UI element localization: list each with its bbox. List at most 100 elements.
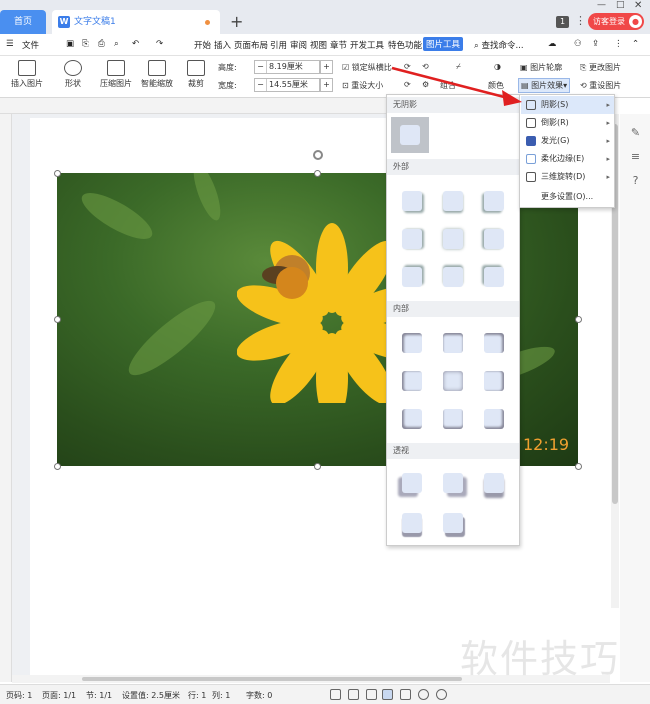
menu-view[interactable]: 视图 xyxy=(310,39,327,51)
tab-document[interactable]: W 文字文稿1 xyxy=(52,10,220,34)
web-view-icon[interactable] xyxy=(400,689,411,700)
status-section[interactable]: 节: 1/1 xyxy=(86,690,112,701)
status-col[interactable]: 列: 1 xyxy=(212,690,230,701)
globe-icon[interactable] xyxy=(418,689,429,700)
close-icon[interactable]: ✕ xyxy=(634,0,642,11)
outer-shadow-9[interactable] xyxy=(484,267,504,287)
height-input[interactable]: −8.19厘米 + xyxy=(254,60,333,74)
vertical-ruler[interactable] xyxy=(0,114,12,682)
smart-zoom-button[interactable]: 智能缩放 xyxy=(138,60,176,89)
width-input[interactable]: −14.55厘米 + xyxy=(254,78,333,92)
width-decrease[interactable]: − xyxy=(255,79,267,91)
export-pdf-icon[interactable]: ⎘ xyxy=(82,39,89,49)
status-page[interactable]: 页码: 1 xyxy=(6,690,32,701)
pen-view-icon[interactable] xyxy=(366,689,377,700)
menu-file[interactable]: 文件 xyxy=(22,39,39,51)
resize-handle[interactable] xyxy=(54,316,61,323)
inner-shadow-7[interactable] xyxy=(402,409,422,429)
scroll-thumb[interactable] xyxy=(82,677,462,681)
outer-shadow-1[interactable] xyxy=(402,191,422,211)
page-view-icon[interactable] xyxy=(382,689,393,700)
insert-picture-button[interactable]: 插入图片 xyxy=(6,60,48,89)
no-shadow-option[interactable] xyxy=(391,117,429,153)
perspective-shadow-3[interactable] xyxy=(484,473,504,493)
menu-reflection[interactable]: 倒影(R) ▸ xyxy=(521,114,614,132)
inner-shadow-5[interactable] xyxy=(443,371,463,391)
cloud-icon[interactable]: ☁ xyxy=(548,39,557,49)
outer-shadow-3[interactable] xyxy=(484,191,504,211)
reset-picture-button[interactable]: ⟲ 重设图片 xyxy=(580,80,621,91)
status-pages[interactable]: 页面: 1/1 xyxy=(42,690,76,701)
search-command[interactable]: ⌕ 查找命令... xyxy=(474,39,524,51)
maximize-icon[interactable]: □ xyxy=(616,0,625,10)
resize-handle[interactable] xyxy=(54,170,61,177)
more-icon[interactable]: ⋮ xyxy=(575,14,586,27)
tab-home[interactable]: 首页 xyxy=(0,10,46,34)
inner-shadow-6[interactable] xyxy=(484,371,504,391)
compress-picture-button[interactable]: 压缩图片 xyxy=(98,60,134,89)
crop-button[interactable]: 裁剪 xyxy=(184,60,208,89)
inner-shadow-3[interactable] xyxy=(484,333,504,353)
perspective-shadow-2[interactable] xyxy=(443,473,463,493)
outer-shadow-2[interactable] xyxy=(443,191,463,211)
guest-login-button[interactable]: 访客登录 ● xyxy=(588,13,644,30)
resize-handle[interactable] xyxy=(575,316,582,323)
reset-size-button[interactable]: ⊡ 重设大小 xyxy=(342,80,383,91)
height-increase[interactable]: + xyxy=(320,60,333,74)
inner-shadow-2[interactable] xyxy=(443,333,463,353)
menu-soft-edge[interactable]: 柔化边缘(E) ▸ xyxy=(521,150,614,168)
window-count-badge[interactable]: 1 xyxy=(556,16,569,28)
new-tab-button[interactable]: + xyxy=(230,12,243,31)
menu-review[interactable]: 审阅 xyxy=(290,39,307,51)
inner-shadow-9[interactable] xyxy=(484,409,504,429)
change-picture-button[interactable]: ⎘ 更改图片 xyxy=(580,62,621,73)
perspective-shadow-4[interactable] xyxy=(402,513,422,533)
status-chars[interactable]: 字数: 0 xyxy=(246,690,272,701)
menu-3d-rotation[interactable]: 三维旋转(D) ▸ xyxy=(521,168,614,186)
menu-layout[interactable]: 页面布局 xyxy=(234,39,268,51)
resize-handle[interactable] xyxy=(314,463,321,470)
undo-icon[interactable]: ↶ xyxy=(132,39,139,49)
eye-icon[interactable] xyxy=(436,689,447,700)
resize-handle[interactable] xyxy=(575,463,582,470)
help-icon[interactable]: ? xyxy=(629,174,642,187)
menu-section[interactable]: 章节 xyxy=(330,39,347,51)
perspective-shadow-1[interactable] xyxy=(402,473,422,493)
pen-icon[interactable]: ✎ xyxy=(629,126,642,139)
redo-icon[interactable]: ↷ xyxy=(156,39,163,49)
menu-picture-tools[interactable]: 图片工具 xyxy=(423,37,464,51)
print-icon[interactable]: ⎙ xyxy=(98,39,105,49)
width-increase[interactable]: + xyxy=(320,78,333,92)
settings-icon[interactable]: ≡ xyxy=(629,150,642,163)
resize-handle[interactable] xyxy=(314,170,321,177)
menu-insert[interactable]: 插入 xyxy=(214,39,231,51)
collapse-ribbon-icon[interactable]: ⌃ xyxy=(632,39,639,49)
menu-start[interactable]: 开始 xyxy=(194,39,211,51)
inner-shadow-8[interactable] xyxy=(443,409,463,429)
menu-features[interactable]: 特色功能 xyxy=(388,39,422,51)
resize-handle[interactable] xyxy=(54,463,61,470)
lock-ratio-checkbox[interactable]: ☑ 锁定纵横比 xyxy=(342,62,392,73)
outer-shadow-4[interactable] xyxy=(402,229,422,249)
height-decrease[interactable]: − xyxy=(255,61,267,73)
menu-glow[interactable]: 发光(G) ▸ xyxy=(521,132,614,150)
menu-more-settings[interactable]: 更多设置(O)... xyxy=(521,188,614,206)
collab-icon[interactable]: ⚇ xyxy=(574,39,582,49)
inner-shadow-4[interactable] xyxy=(402,371,422,391)
menu-devtools[interactable]: 开发工具 xyxy=(350,39,384,51)
share-icon[interactable]: ⇪ xyxy=(592,39,599,49)
shape-button[interactable]: 形状 xyxy=(58,60,88,89)
rotate-handle[interactable] xyxy=(313,150,323,160)
outer-shadow-7[interactable] xyxy=(402,267,422,287)
minimize-icon[interactable]: — xyxy=(597,0,606,10)
print-preview-icon[interactable]: ⌕ xyxy=(114,39,119,49)
more-menu-icon[interactable]: ⋮ xyxy=(614,39,623,49)
hamburger-icon[interactable]: ☰ xyxy=(6,39,14,49)
status-row[interactable]: 行: 1 xyxy=(188,690,206,701)
perspective-shadow-5[interactable] xyxy=(443,513,463,533)
outline-icon[interactable] xyxy=(348,689,359,700)
menu-shadow[interactable]: 阴影(S) ▸ xyxy=(521,96,614,114)
outer-shadow-6[interactable] xyxy=(484,229,504,249)
save-icon[interactable]: ▣ xyxy=(66,39,74,49)
inner-shadow-1[interactable] xyxy=(402,333,422,353)
